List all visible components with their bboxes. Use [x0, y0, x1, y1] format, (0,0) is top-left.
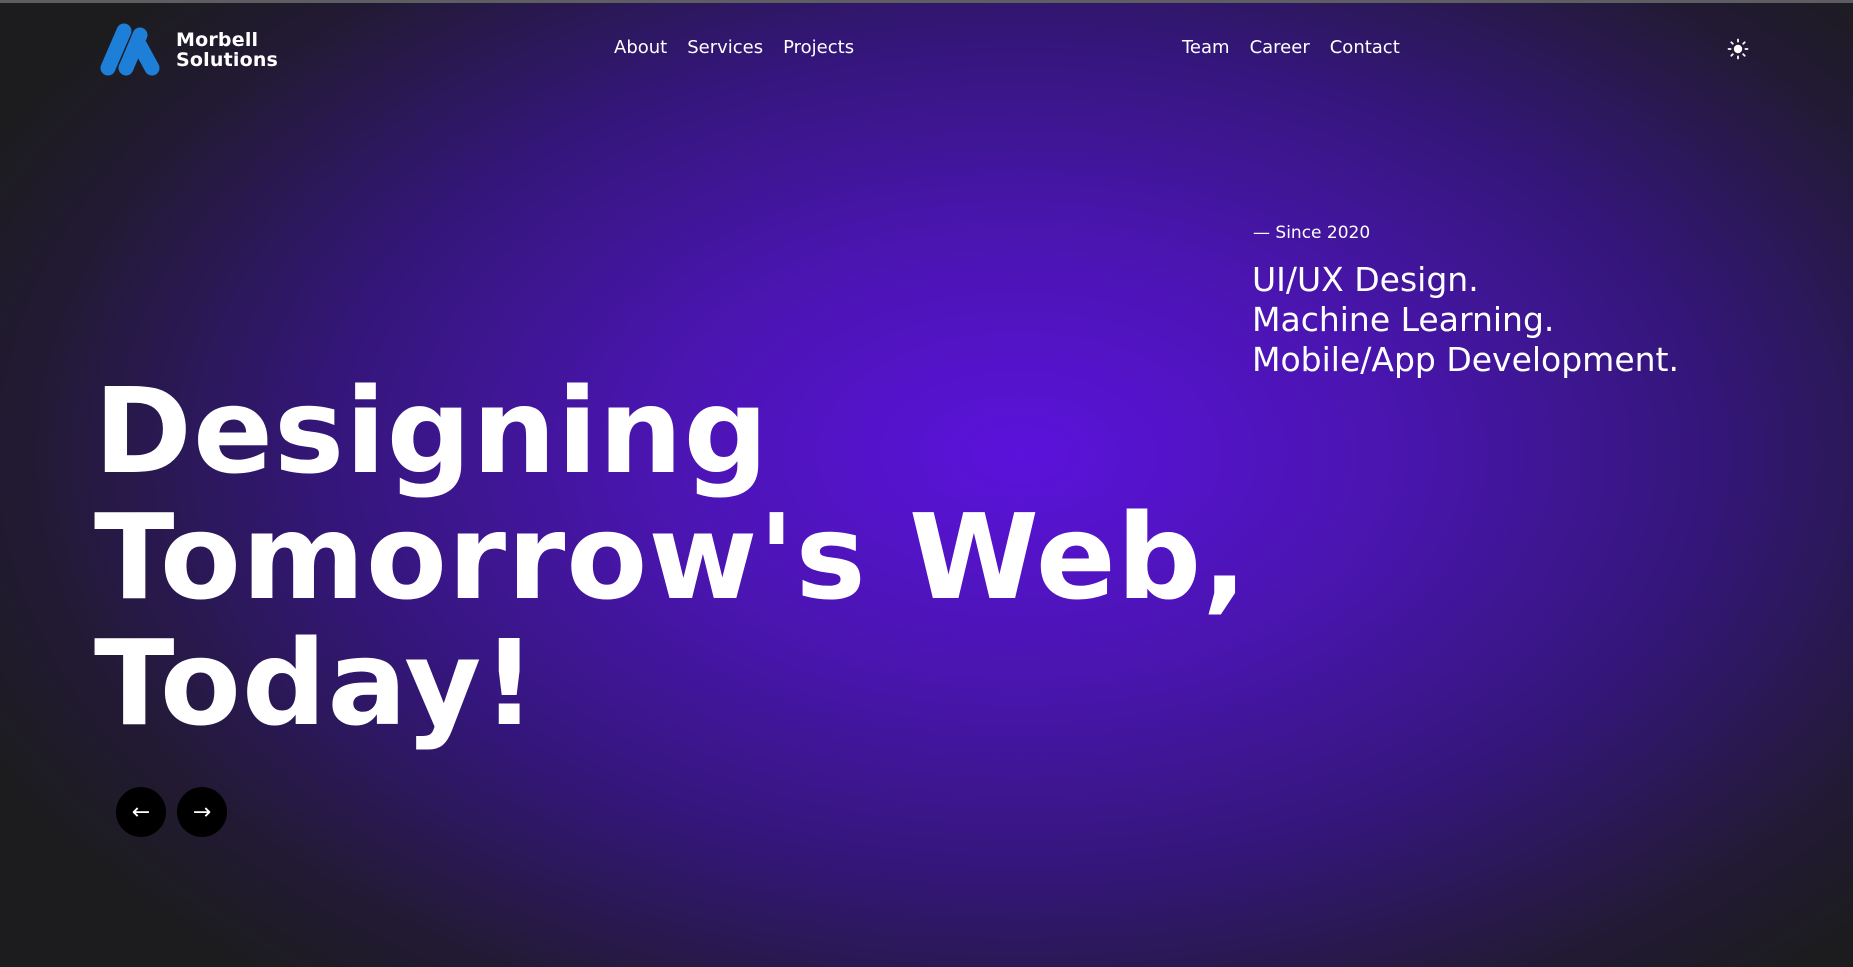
slider-controls: ← →: [116, 787, 227, 837]
window-top-border: [0, 0, 1853, 3]
brand-name: Morbell Solutions: [176, 30, 278, 70]
logo-mark-icon: [100, 23, 160, 76]
since-label: — Since 2020: [1253, 223, 1371, 243]
primary-nav-right: Team Career Contact: [1182, 36, 1400, 60]
hero-headline-line3: Today!: [94, 614, 538, 752]
service-item-machine-learning: Machine Learning.: [1252, 300, 1555, 339]
brand-name-line2: Solutions: [176, 48, 279, 71]
hero-headline-line1: Designing: [94, 362, 770, 500]
slider-prev-button[interactable]: ←: [116, 787, 166, 837]
nav-link-career[interactable]: Career: [1250, 36, 1310, 60]
nav-link-team[interactable]: Team: [1182, 36, 1230, 60]
service-item-uiux: UI/UX Design.: [1252, 260, 1479, 299]
sun-icon: [1727, 38, 1749, 60]
services-list: UI/UX Design. Machine Learning. Mobile/A…: [1252, 260, 1679, 380]
slider-next-button[interactable]: →: [177, 787, 227, 837]
service-item-mobile-app: Mobile/App Development.: [1252, 340, 1679, 379]
primary-nav-left: About Services Projects: [614, 36, 854, 60]
nav-link-contact[interactable]: Contact: [1330, 36, 1400, 60]
hero-headline-line2: Tomorrow's Web,: [94, 488, 1249, 626]
theme-toggle-button[interactable]: [1726, 37, 1750, 61]
nav-link-about[interactable]: About: [614, 36, 667, 60]
nav-link-projects[interactable]: Projects: [783, 36, 854, 60]
brand-logo[interactable]: Morbell Solutions: [96, 22, 278, 77]
brand-name-line1: Morbell: [176, 28, 259, 51]
hero-headline: Designing Tomorrow's Web, Today!: [94, 368, 1248, 746]
nav-link-services[interactable]: Services: [687, 36, 763, 60]
